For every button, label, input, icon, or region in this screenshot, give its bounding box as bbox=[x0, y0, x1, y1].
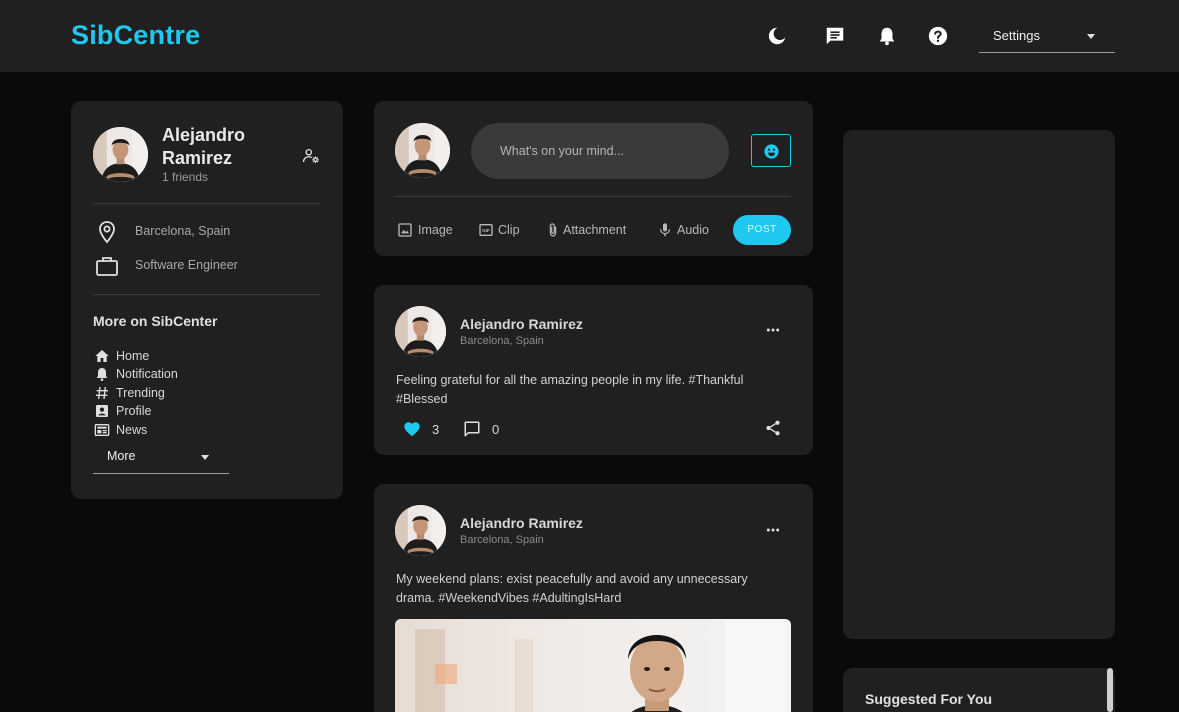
top-bar: SibCentre Settings bbox=[0, 0, 1179, 72]
post-location: Barcelona, Spain bbox=[460, 534, 544, 546]
share-icon[interactable] bbox=[764, 419, 782, 437]
image-icon bbox=[397, 222, 413, 238]
audio-button[interactable]: Audio bbox=[657, 220, 717, 240]
moon-icon[interactable] bbox=[766, 25, 788, 47]
comment-icon bbox=[464, 421, 480, 437]
brand-logo[interactable]: SibCentre bbox=[71, 20, 200, 51]
svg-text:GIF: GIF bbox=[482, 228, 490, 233]
heart-icon bbox=[404, 422, 420, 437]
divider bbox=[93, 203, 321, 204]
gif-icon: GIF bbox=[478, 222, 494, 238]
attachment-button[interactable]: Attachment bbox=[545, 220, 635, 240]
help-icon[interactable] bbox=[927, 25, 949, 47]
audio-label: Audio bbox=[677, 223, 709, 237]
friends-count[interactable]: 1 friends bbox=[162, 170, 208, 184]
more-select[interactable]: More bbox=[93, 446, 229, 474]
profile-icon bbox=[94, 403, 110, 419]
divider bbox=[93, 294, 321, 295]
nav-item-label: Notification bbox=[116, 367, 178, 381]
hashtag-icon bbox=[94, 385, 110, 401]
ad-panel bbox=[843, 130, 1115, 639]
chat-icon[interactable] bbox=[824, 25, 846, 47]
location-pin-icon bbox=[95, 220, 119, 244]
post-card: Alejandro Ramirez Barcelona, Spain My we… bbox=[374, 484, 813, 712]
more-select-value: More bbox=[107, 449, 136, 463]
more-options-icon[interactable] bbox=[765, 522, 781, 538]
clip-label: Clip bbox=[498, 223, 520, 237]
profile-name[interactable]: Alejandro Ramirez bbox=[162, 124, 282, 170]
more-section-title: More on SibCenter bbox=[93, 313, 218, 329]
post-text: Feeling grateful for all the amazing peo… bbox=[396, 373, 744, 406]
home-icon bbox=[94, 348, 110, 364]
emoji-icon bbox=[764, 144, 779, 159]
comment-button[interactable]: 0 bbox=[463, 419, 503, 439]
avatar[interactable] bbox=[395, 505, 446, 556]
bell-icon[interactable] bbox=[876, 25, 898, 47]
attachment-label: Attachment bbox=[563, 223, 627, 237]
post-composer: Image GIF Clip Attachment Audio POST bbox=[374, 101, 813, 256]
user-settings-icon[interactable] bbox=[302, 147, 320, 165]
news-icon bbox=[94, 422, 110, 438]
nav-item-label: Trending bbox=[116, 386, 165, 400]
post-author[interactable]: Alejandro Ramirez bbox=[460, 515, 583, 531]
briefcase-icon bbox=[95, 254, 119, 278]
post-button[interactable]: POST bbox=[733, 215, 791, 245]
like-count: 3 bbox=[432, 422, 440, 437]
post-card: Alejandro Ramirez Barcelona, Spain Feeli… bbox=[374, 285, 813, 455]
post-location: Barcelona, Spain bbox=[460, 335, 544, 347]
chevron-down-icon bbox=[1087, 34, 1095, 39]
avatar[interactable] bbox=[395, 123, 450, 178]
image-button[interactable]: Image bbox=[397, 220, 457, 240]
post-text: My weekend plans: exist peacefully and a… bbox=[396, 572, 748, 605]
paperclip-icon bbox=[545, 222, 561, 238]
divider bbox=[395, 196, 791, 197]
suggested-panel: Suggested For You bbox=[843, 668, 1115, 712]
profile-card: Alejandro Ramirez 1 friends Barcelona, S… bbox=[71, 101, 343, 499]
more-options-icon[interactable] bbox=[765, 322, 781, 338]
clip-button[interactable]: GIF Clip bbox=[478, 220, 526, 240]
nav-item-label: News bbox=[116, 423, 148, 437]
bell-icon bbox=[94, 366, 110, 382]
mic-icon bbox=[657, 222, 673, 238]
avatar[interactable] bbox=[93, 127, 148, 182]
profile-location: Barcelona, Spain bbox=[135, 224, 231, 238]
status-input[interactable] bbox=[471, 123, 729, 179]
settings-select[interactable]: Settings bbox=[979, 20, 1115, 53]
avatar[interactable] bbox=[395, 306, 446, 357]
scrollbar-thumb[interactable] bbox=[1107, 668, 1113, 712]
nav-item-label: Profile bbox=[116, 404, 152, 418]
like-button[interactable]: 3 bbox=[403, 419, 443, 439]
post-image[interactable] bbox=[395, 619, 791, 712]
post-author[interactable]: Alejandro Ramirez bbox=[460, 316, 583, 332]
emoji-button[interactable] bbox=[751, 134, 791, 167]
chevron-down-icon bbox=[201, 455, 209, 460]
comment-count: 0 bbox=[492, 422, 500, 437]
profile-occupation: Software Engineer bbox=[135, 258, 238, 272]
suggested-title: Suggested For You bbox=[865, 691, 993, 707]
image-label: Image bbox=[418, 223, 453, 237]
nav-item-label: Home bbox=[116, 349, 150, 363]
settings-select-value: Settings bbox=[993, 28, 1040, 43]
